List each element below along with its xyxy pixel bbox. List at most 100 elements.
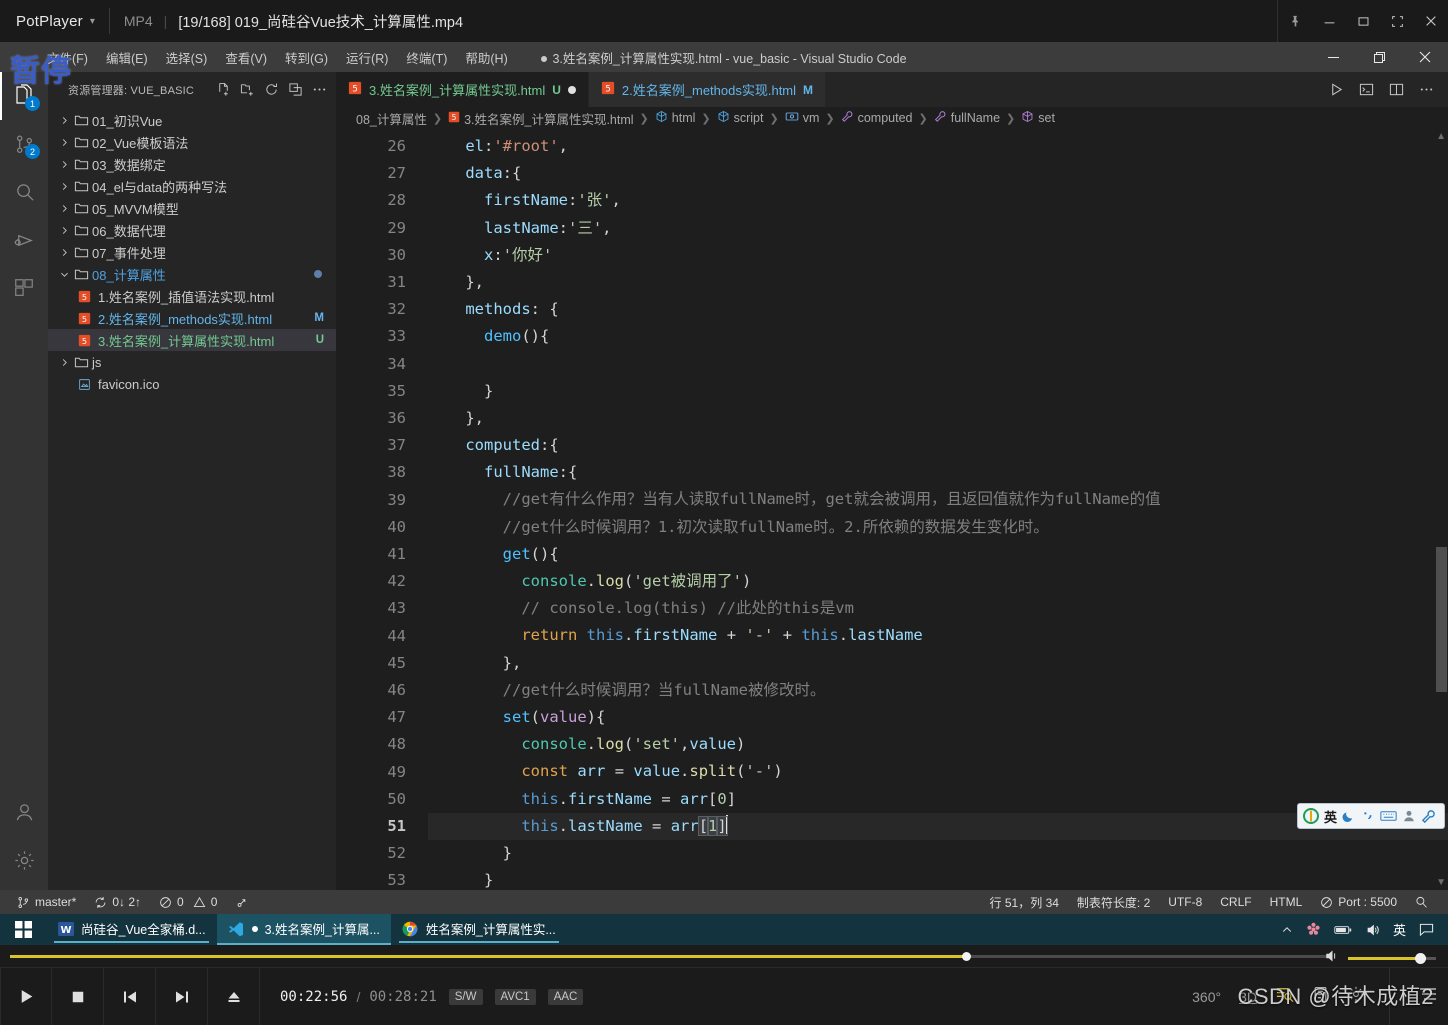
tree-folder-row[interactable]: 07_事件处理 [48, 241, 336, 263]
code-line[interactable]: const arr = value.split('-') [428, 758, 1448, 785]
collapse-all-icon[interactable] [284, 79, 306, 101]
tree-folder-row[interactable]: js [48, 351, 336, 373]
status-remote-icon[interactable] [226, 890, 258, 914]
potplayer-app-name[interactable]: PotPlayer [0, 13, 83, 30]
ime-toolbar[interactable]: 英 [1297, 803, 1445, 829]
code-line[interactable]: }, [428, 650, 1448, 677]
activitybar-search[interactable] [0, 168, 48, 216]
taskbar-item-vscode[interactable]: 3.姓名案例_计算属... [216, 914, 391, 945]
code-line[interactable]: //get什么时候调用？1.初次读取fullName时。2.所依赖的数据发生变化… [428, 514, 1448, 541]
status-problems[interactable]: 0 0 [150, 890, 226, 914]
code-line[interactable]: //get什么时候调用？当fullName被修改时。 [428, 677, 1448, 704]
code-line[interactable]: //get有什么作用？当有人读取fullName时，get就会被调用，且返回值就… [428, 486, 1448, 513]
seek-bar[interactable] [10, 952, 1328, 961]
volume-slider[interactable] [1348, 953, 1436, 964]
editor-scrollbar[interactable]: ▲ ▼ [1434, 129, 1448, 890]
keyboard-icon[interactable] [1380, 809, 1397, 823]
activitybar-accounts[interactable] [0, 788, 48, 836]
code-line[interactable] [428, 351, 1448, 378]
tree-folder-row[interactable]: 03_数据绑定 [48, 153, 336, 175]
breadcrumb-item-fullname[interactable]: fullName [934, 110, 1000, 126]
maximize-icon[interactable] [1346, 0, 1380, 42]
eject-button[interactable] [208, 967, 260, 1025]
status-tab-size[interactable]: 制表符长度: 2 [1068, 890, 1159, 914]
volume-slider-handle[interactable] [1415, 953, 1426, 964]
breadcrumb-item-computed[interactable]: computed [841, 110, 913, 126]
ime-language-indicator[interactable]: 英 [1393, 920, 1406, 939]
decoder-chip[interactable]: S/W [448, 988, 483, 1005]
wrench-icon[interactable] [1421, 809, 1436, 824]
menu-run[interactable]: 运行(R) [337, 45, 397, 70]
tree-folder-row[interactable]: 02_Vue模板语法 [48, 131, 336, 153]
tree-folder-row[interactable]: 05_MVVM模型 [48, 197, 336, 219]
editor-tab-inactive[interactable]: 5 2.姓名案例_methods实现.html M [588, 72, 827, 107]
code-line[interactable]: get(){ [428, 541, 1448, 568]
seek-bar-handle[interactable] [961, 952, 971, 961]
code-line[interactable]: console.log('get被调用了') [428, 568, 1448, 595]
status-language-mode[interactable]: HTML [1261, 890, 1312, 914]
audio-codec-chip[interactable]: AAC [547, 988, 584, 1005]
breadcrumb-item-script[interactable]: script [717, 110, 763, 126]
activitybar-source-control[interactable]: 2 [0, 120, 48, 168]
chevron-right-icon[interactable] [56, 203, 72, 214]
chevron-right-icon[interactable] [56, 159, 72, 170]
chevron-right-icon[interactable] [56, 357, 72, 368]
stop-button[interactable] [52, 967, 104, 1025]
breadcrumb-item-folder[interactable]: 08_计算属性 [356, 109, 427, 128]
tree-folder-row[interactable]: 08_计算属性 [48, 263, 336, 285]
menu-view[interactable]: 查看(V) [216, 45, 276, 70]
menu-selection[interactable]: 选择(S) [157, 45, 217, 70]
tree-folder-row[interactable]: 01_初识Vue [48, 109, 336, 131]
chevron-down-icon[interactable]: ▾ [90, 16, 95, 27]
play-button[interactable] [0, 967, 52, 1025]
split-editor-icon[interactable] [1382, 76, 1410, 104]
run-icon[interactable] [1322, 76, 1350, 104]
activitybar-run-and-debug[interactable] [0, 216, 48, 264]
code-line[interactable]: console.log('set',value) [428, 731, 1448, 758]
menu-help[interactable]: 帮助(H) [456, 45, 516, 70]
status-branch[interactable]: master* [8, 890, 85, 914]
volume-icon[interactable] [1324, 949, 1340, 968]
chevron-down-icon[interactable] [56, 269, 72, 280]
code-line[interactable]: computed:{ [428, 432, 1448, 459]
chevron-right-icon[interactable] [56, 115, 72, 126]
code-line[interactable]: } [428, 840, 1448, 867]
code-line[interactable]: fullName:{ [428, 459, 1448, 486]
status-live-server[interactable]: Port : 5500 [1311, 890, 1406, 914]
tree-file-row[interactable]: favicon.ico [48, 373, 336, 395]
new-file-icon[interactable] [212, 79, 234, 101]
split-terminal-icon[interactable] [1352, 76, 1380, 104]
scroll-down-icon[interactable]: ▼ [1436, 877, 1446, 888]
code-line[interactable]: methods: { [428, 296, 1448, 323]
code-line[interactable]: }, [428, 269, 1448, 296]
notifications-icon[interactable] [1419, 922, 1434, 937]
status-feedback-icon[interactable] [1406, 890, 1438, 914]
minimize-icon[interactable] [1310, 42, 1356, 72]
taskbar-item-chrome[interactable]: 姓名案例_计算属性实... [391, 914, 567, 945]
close-icon[interactable] [1402, 42, 1448, 72]
new-folder-icon[interactable] [236, 79, 258, 101]
editor-tab-active[interactable]: 5 3.姓名案例_计算属性实现.html U [336, 72, 589, 107]
code-line[interactable]: } [428, 378, 1448, 405]
refresh-icon[interactable] [260, 79, 282, 101]
user-icon[interactable] [1402, 809, 1416, 823]
chevron-right-icon[interactable] [56, 137, 72, 148]
battery-icon[interactable] [1334, 924, 1352, 936]
menu-terminal[interactable]: 终端(T) [397, 45, 456, 70]
status-encoding[interactable]: UTF-8 [1159, 890, 1211, 914]
activitybar-manage-settings[interactable] [0, 836, 48, 884]
restore-icon[interactable] [1356, 42, 1402, 72]
360-video-icon[interactable]: 360° [1192, 989, 1221, 1005]
next-button[interactable] [156, 967, 208, 1025]
more-actions-icon[interactable] [1412, 76, 1440, 104]
chevron-right-icon[interactable] [56, 247, 72, 258]
chevron-right-icon[interactable] [56, 225, 72, 236]
breadcrumb-item-html[interactable]: html [655, 110, 695, 126]
code-line[interactable]: this.firstName = arr[0] [428, 786, 1448, 813]
chevron-up-icon[interactable] [1281, 924, 1293, 936]
taskbar-item-word[interactable]: W 尚硅谷_Vue全家桶.d... [46, 914, 217, 945]
pin-icon[interactable] [1278, 0, 1312, 42]
video-codec-chip[interactable]: AVC1 [494, 988, 536, 1005]
code-line[interactable]: set(value){ [428, 704, 1448, 731]
breadcrumb-item-vm[interactable]: vm [785, 110, 819, 126]
